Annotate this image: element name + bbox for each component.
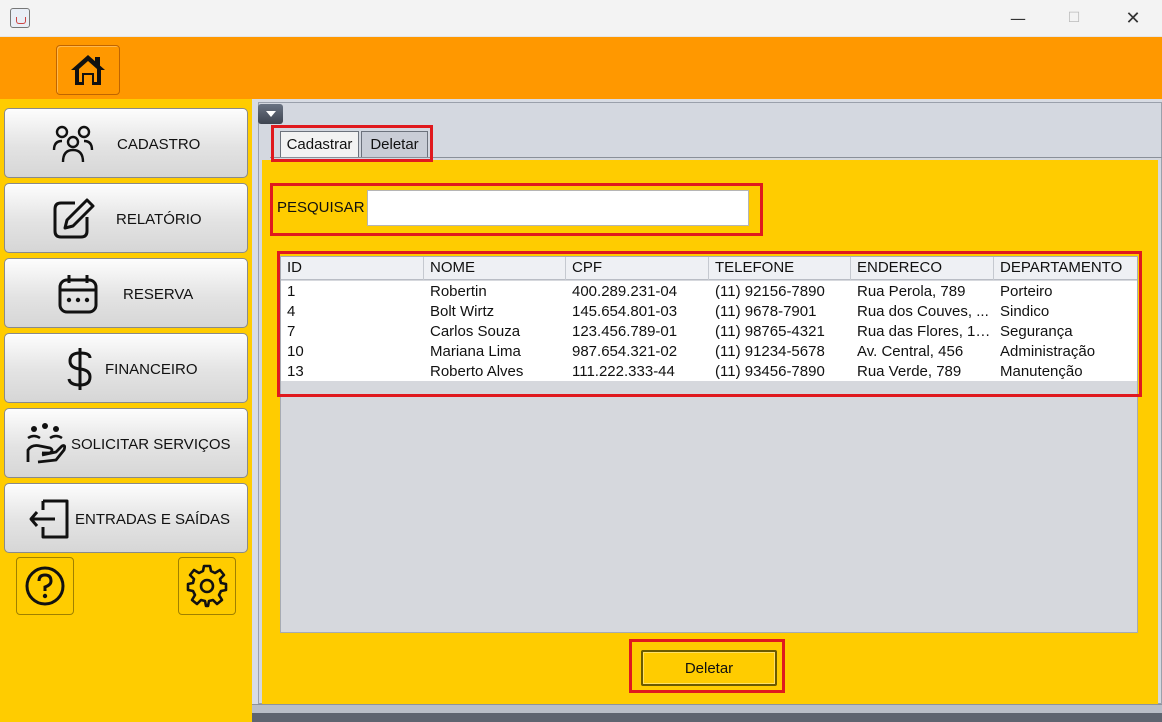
sidebar-item-label: SOLICITAR SERVIÇOS — [71, 436, 231, 453]
sidebar-item-solicitar-servicos[interactable]: SOLICITAR SERVIÇOS — [4, 408, 248, 478]
maximize-button[interactable]: ☐ — [1049, 0, 1099, 36]
highlight-box-search — [270, 183, 763, 236]
collapse-button[interactable] — [258, 104, 283, 124]
highlight-box-table — [277, 251, 1142, 397]
sidebar-item-financeiro[interactable]: FINANCEIRO — [4, 333, 248, 403]
calendar-icon — [58, 275, 98, 314]
java-app-icon — [10, 8, 30, 28]
bottom-border — [252, 704, 1162, 722]
close-button[interactable]: ✕ — [1108, 0, 1158, 36]
top-bar — [0, 37, 1162, 99]
users-icon — [52, 125, 94, 163]
sidebar-item-label: CADASTRO — [117, 136, 201, 153]
gear-icon — [186, 564, 228, 608]
highlight-box-delete — [629, 639, 785, 693]
help-button[interactable] — [16, 557, 74, 615]
help-icon — [25, 566, 65, 606]
home-button[interactable] — [56, 45, 120, 95]
service-hand-icon — [26, 423, 67, 464]
highlight-box-tabs — [271, 125, 433, 162]
sidebar-item-entradas-e-saidas[interactable]: ENTRADAS E SAÍDAS — [4, 483, 248, 553]
window-titlebar: — ☐ ✕ — [0, 0, 1162, 37]
sidebar-item-label: ENTRADAS E SAÍDAS — [75, 511, 231, 528]
edit-document-icon — [53, 198, 95, 239]
chevron-down-icon — [265, 111, 276, 117]
settings-button[interactable] — [178, 557, 236, 615]
sidebar-item-reserva[interactable]: RESERVA — [4, 258, 248, 328]
sidebar-item-label: RESERVA — [123, 286, 194, 303]
sidebar-item-relatorio[interactable]: RELATÓRIO — [4, 183, 248, 253]
minimize-button[interactable]: — — [993, 0, 1043, 36]
sidebar-item-label: RELATÓRIO — [116, 211, 202, 228]
home-icon — [71, 55, 105, 85]
sidebar-item-cadastro[interactable]: CADASTRO — [4, 108, 248, 178]
dollar-icon — [67, 348, 92, 390]
login-door-icon — [29, 499, 69, 539]
sidebar-item-label: FINANCEIRO — [105, 361, 198, 378]
